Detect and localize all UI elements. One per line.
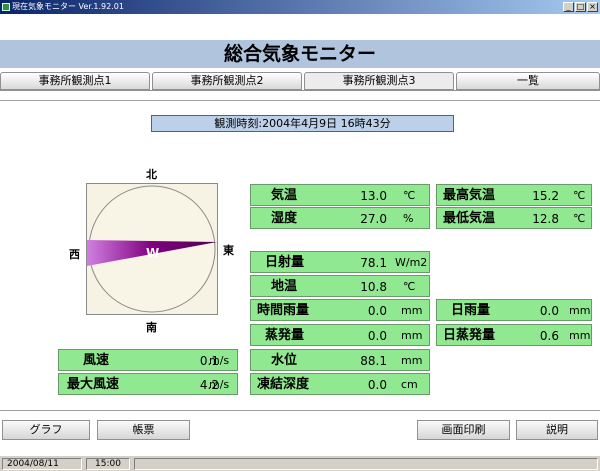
status-panel-empty (134, 458, 598, 470)
hourly-rainfall-row: 時間雨量 0.0 mm (250, 299, 430, 321)
hourly-rainfall-value: 0.0 (367, 304, 387, 318)
solar-radiation-label: 日射量 (265, 255, 305, 270)
water-level-label: 水位 (271, 353, 298, 368)
solar-radiation-row: 日射量 78.1 W/m2 (250, 251, 430, 273)
soil-temperature-value: 10.8 (360, 280, 387, 294)
compass-north-label: 北 (146, 168, 157, 181)
content-top-divider (0, 100, 600, 101)
evaporation-value: 0.0 (367, 329, 387, 343)
footer-divider (0, 410, 600, 411)
evaporation-unit: mm (401, 329, 423, 342)
daily-evaporation-unit: mm (569, 329, 591, 342)
tab-station-1[interactable]: 事務所観測点1 (0, 72, 150, 90)
compass-west-label: 西 (69, 248, 80, 261)
wind-direction-letter: W (146, 246, 160, 260)
soil-temperature-row: 地温 10.8 ℃ (250, 275, 430, 297)
max-wind-speed-row: 最大風速 4.2 m/s (58, 373, 238, 395)
graph-button[interactable]: グラフ (2, 420, 90, 440)
daily-rainfall-value: 0.0 (539, 304, 559, 318)
solar-radiation-value: 78.1 (360, 256, 387, 270)
soil-temperature-label: 地温 (271, 279, 298, 294)
tab-station-2[interactable]: 事務所観測点2 (152, 72, 302, 90)
tab-summary[interactable]: 一覧 (456, 72, 600, 90)
status-time: 15:00 (86, 458, 130, 470)
close-icon[interactable]: × (587, 2, 598, 12)
hourly-rainfall-unit: mm (401, 304, 423, 317)
solar-radiation-unit: W/m2 (395, 256, 428, 269)
window-title-bar: 現在気象モニター Ver.1.92.01 _ □ × (0, 0, 600, 14)
daily-rainfall-row: 日雨量 0.0 mm (436, 299, 592, 321)
compass-south-label: 南 (146, 321, 157, 334)
max-temperature-unit: ℃ (573, 189, 586, 202)
tab-station-3[interactable]: 事務所観測点3 (304, 72, 454, 90)
max-wind-speed-label: 最大風速 (67, 377, 120, 392)
frost-depth-value: 0.0 (367, 378, 387, 392)
water-level-value: 88.1 (360, 354, 387, 368)
max-temperature-label: 最高気温 (443, 188, 496, 203)
min-temperature-label: 最低気温 (443, 211, 496, 226)
daily-rainfall-unit: mm (569, 304, 591, 317)
wind-speed-label: 風速 (83, 353, 110, 368)
water-level-unit: mm (401, 354, 423, 367)
humidity-label: 湿度 (271, 211, 298, 226)
temperature-value: 13.0 (360, 189, 387, 203)
app-icon (2, 3, 10, 11)
temperature-unit: ℃ (403, 189, 416, 202)
humidity-row: 湿度 27.0 % (250, 207, 430, 229)
evaporation-label: 蒸発量 (265, 328, 305, 343)
maximize-icon[interactable]: □ (575, 2, 586, 12)
minimize-icon[interactable]: _ (563, 2, 574, 12)
humidity-value: 27.0 (360, 212, 387, 226)
daily-evaporation-value: 0.6 (539, 329, 559, 343)
hourly-rainfall-label: 時間雨量 (257, 303, 310, 318)
window-title: 現在気象モニター Ver.1.92.01 (12, 2, 124, 11)
frost-depth-row: 凍結深度 0.0 cm (250, 373, 430, 395)
min-temperature-value: 12.8 (532, 212, 559, 226)
status-date: 2004/08/11 (2, 458, 82, 470)
temperature-row: 気温 13.0 ℃ (250, 184, 430, 206)
wind-speed-row: 風速 0.1 m/s (58, 349, 238, 371)
daily-rainfall-label: 日雨量 (451, 303, 491, 318)
frost-depth-unit: cm (401, 378, 418, 391)
min-temperature-unit: ℃ (573, 212, 586, 225)
max-temperature-value: 15.2 (532, 189, 559, 203)
tab-divider (0, 90, 600, 91)
max-temperature-row: 最高気温 15.2 ℃ (436, 184, 592, 206)
soil-temperature-unit: ℃ (403, 280, 416, 293)
evaporation-row: 蒸発量 0.0 mm (250, 324, 430, 346)
daily-evaporation-row: 日蒸発量 0.6 mm (436, 324, 592, 346)
temperature-label: 気温 (271, 188, 298, 203)
daily-evaporation-label: 日蒸発量 (443, 328, 496, 343)
report-button[interactable]: 帳票 (97, 420, 190, 440)
max-wind-speed-unit: m/s (209, 378, 230, 391)
page-title: 総合気象モニター (0, 40, 600, 68)
water-level-row: 水位 88.1 mm (250, 349, 430, 371)
print-screen-button[interactable]: 画面印刷 (417, 420, 510, 440)
help-button[interactable]: 説明 (516, 420, 598, 440)
humidity-unit: % (403, 212, 414, 225)
wind-speed-unit: m/s (209, 354, 230, 367)
frost-depth-label: 凍結深度 (257, 377, 310, 392)
min-temperature-row: 最低気温 12.8 ℃ (436, 207, 592, 229)
compass-east-label: 東 (223, 244, 234, 257)
observation-time: 観測時刻:2004年4月9日 16時43分 (151, 115, 454, 132)
